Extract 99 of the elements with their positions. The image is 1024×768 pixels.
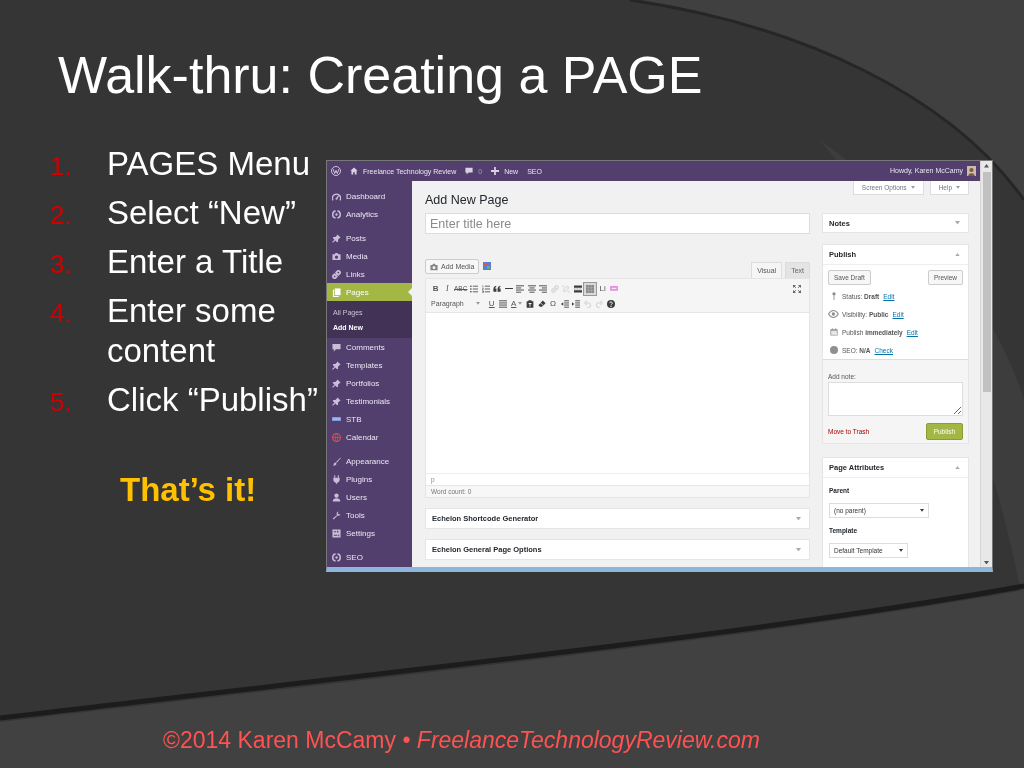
menu-item[interactable]: Portfolios [327, 374, 412, 392]
align-center-icon[interactable] [527, 284, 536, 293]
menu-item[interactable]: Tools [327, 506, 412, 524]
footer-text: ©2014 Karen McCamy • FreelanceTechnologyReview.com [163, 726, 760, 754]
calendar-icon [829, 328, 838, 336]
step-number: 2. [50, 200, 73, 230]
step-text: Select “New” [107, 193, 296, 233]
numbered-list-icon[interactable] [481, 284, 490, 293]
help-icon[interactable] [606, 299, 615, 308]
step-number: 5. [50, 387, 73, 417]
step-number: 4. [50, 298, 73, 328]
status-dot-icon [829, 346, 838, 354]
menu-item[interactable]: Settings [327, 524, 412, 542]
pin-icon [831, 292, 836, 300]
toolbar-button[interactable]: Ω [547, 297, 559, 310]
note-field[interactable] [828, 382, 963, 416]
globe-icon [332, 432, 341, 442]
menu-item[interactable]: Links [327, 265, 412, 283]
wrench-icon [332, 510, 341, 520]
brackets-icon [332, 552, 341, 562]
indent-icon[interactable] [572, 299, 581, 308]
step-text: Enter some content [107, 291, 277, 371]
quote-icon[interactable] [493, 284, 502, 293]
underline-button[interactable]: U [486, 297, 498, 310]
title-field[interactable]: Enter title here [425, 213, 810, 234]
step-text: Enter a Title [107, 242, 284, 282]
slide-title: Walk-thru: Creating a PAGE [58, 45, 703, 105]
eye-icon [828, 310, 839, 318]
menu-item[interactable]: Templates [327, 356, 412, 374]
caret-icon[interactable] [796, 547, 801, 552]
toolbar-button[interactable]: Li [596, 282, 609, 295]
step-text: Click “Publish” [107, 380, 318, 420]
outdent-icon[interactable] [560, 299, 569, 308]
pushpin-icon [332, 360, 341, 370]
plus-icon [491, 167, 500, 175]
page-break-icon[interactable] [573, 284, 582, 293]
page-heading: Add New Page [425, 193, 509, 208]
caret-icon[interactable] [955, 221, 960, 225]
menu-item[interactable]: Users [327, 488, 412, 506]
sliders-icon [332, 528, 341, 538]
align-left-icon[interactable] [516, 284, 525, 293]
step-number: 3. [50, 249, 73, 279]
documents-icon [332, 287, 341, 297]
menu-item[interactable]: Plugins [327, 470, 412, 488]
menu-item[interactable]: STB [327, 410, 412, 428]
step-text: PAGES Menu [107, 144, 310, 184]
brackets-icon [332, 209, 341, 219]
caret-icon [518, 302, 523, 305]
menu-item[interactable]: Posts [327, 229, 412, 247]
caret-icon[interactable] [955, 465, 960, 470]
caret-icon [956, 186, 960, 189]
chain-link-icon [332, 269, 341, 279]
menu-item[interactable]: SEO [327, 548, 412, 566]
pushpin-icon [332, 378, 341, 388]
clipboard-icon[interactable] [526, 299, 535, 308]
house-icon [350, 167, 358, 175]
person-icon [332, 492, 341, 502]
callout-text: That’s it! [120, 470, 257, 510]
paintbrush-icon [332, 456, 341, 466]
logo-icon[interactable] [331, 166, 341, 176]
gauge-icon [332, 191, 341, 201]
caret-icon[interactable] [796, 516, 801, 521]
caret-icon [899, 549, 903, 552]
menu-item[interactable]: Calendar [327, 428, 412, 446]
scroll-up-arrow-icon[interactable] [984, 164, 989, 168]
menu-item[interactable]: Analytics [327, 205, 412, 223]
scrollbar[interactable] [980, 161, 992, 567]
menu-item[interactable]: Testimonials [327, 392, 412, 410]
tile-icon[interactable] [483, 262, 492, 270]
caret-icon[interactable] [955, 252, 960, 257]
scroll-down-arrow-icon[interactable] [984, 560, 989, 564]
bullet-list-icon[interactable] [470, 284, 479, 293]
caret-icon [476, 302, 480, 305]
caret-icon [910, 186, 915, 189]
expand-icon[interactable] [793, 284, 801, 293]
menu-item[interactable]: Media [327, 247, 412, 265]
speech-bubble-icon [465, 167, 474, 175]
scrollbar-thumb[interactable] [982, 171, 991, 392]
pushpin-icon [332, 233, 341, 243]
step-number: 1. [50, 151, 73, 181]
pushpin-icon [332, 396, 341, 406]
avatar-icon [967, 165, 976, 177]
camera-icon [430, 262, 438, 271]
eraser-icon[interactable] [537, 299, 546, 308]
align-justify-icon[interactable] [499, 299, 508, 308]
align-right-icon[interactable] [539, 284, 548, 293]
menu-item[interactable]: Dashboard [327, 187, 412, 205]
menu-item[interactable]: Comments [327, 338, 412, 356]
label-icon[interactable] [610, 286, 619, 291]
plug-icon [332, 474, 341, 484]
horizontal-line-icon[interactable] [504, 287, 513, 290]
camera-icon [332, 251, 341, 261]
menu-item[interactable]: Appearance [327, 452, 412, 470]
text-color-button[interactable]: A [509, 297, 525, 310]
card-icon [332, 416, 341, 421]
speech-bubble-icon [332, 342, 341, 352]
italic-button[interactable]: I [441, 282, 453, 295]
caret-icon [920, 509, 924, 512]
bold-button[interactable]: B [430, 282, 442, 295]
